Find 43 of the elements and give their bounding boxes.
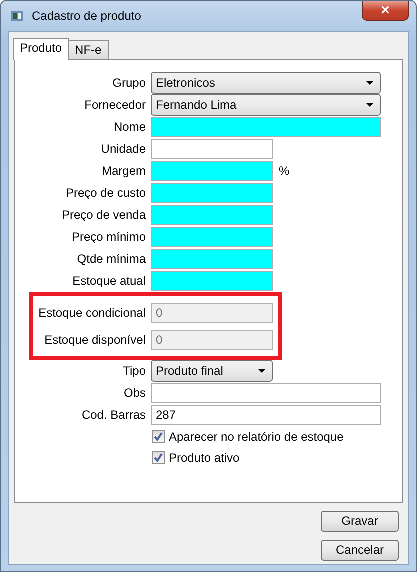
window-title: Cadastro de produto xyxy=(32,8,142,25)
field-label: Tipo xyxy=(122,363,146,380)
input-field[interactable] xyxy=(151,205,273,225)
input-field[interactable] xyxy=(151,271,273,291)
field-label: Cod. Barras xyxy=(80,407,146,424)
field-label: Preço de venda xyxy=(60,207,146,224)
app-icon xyxy=(11,11,23,21)
dropdown[interactable]: Produto final xyxy=(151,360,273,382)
input-field[interactable] xyxy=(151,183,273,203)
field-label: Nome xyxy=(112,119,146,136)
input-field[interactable] xyxy=(151,117,381,137)
field-label: Preço mínimo xyxy=(70,229,146,246)
field-label: Margem xyxy=(100,163,146,180)
input-field[interactable] xyxy=(151,227,273,247)
caret-icon xyxy=(366,103,374,107)
field-label: Estoque atual xyxy=(72,273,146,290)
checkbox-label: Produto ativo xyxy=(169,450,240,466)
tab[interactable]: Produto xyxy=(13,38,70,60)
field-label: Estoque condicional xyxy=(38,304,146,322)
input-field[interactable] xyxy=(151,249,273,269)
field-label: Preço de custo xyxy=(64,185,146,202)
close-button[interactable]: × xyxy=(362,1,409,21)
dropdown[interactable]: Fernando Lima xyxy=(151,94,381,116)
input-field[interactable]: 287 xyxy=(151,405,381,425)
field-label: Grupo xyxy=(112,75,146,92)
checkbox[interactable] xyxy=(152,430,165,443)
caret-icon xyxy=(258,369,266,373)
checkbox-label: Aparecer no relatório de estoque xyxy=(169,428,344,446)
unit-label: % xyxy=(279,163,290,180)
dialog-button[interactable]: Gravar xyxy=(321,511,399,532)
tab[interactable]: NF-e xyxy=(68,40,109,59)
dropdown[interactable]: Eletronicos xyxy=(151,72,381,94)
input-field[interactable] xyxy=(151,161,273,181)
input-field[interactable] xyxy=(151,139,273,159)
field-label: Unidade xyxy=(100,141,146,158)
field-label: Estoque disponível xyxy=(44,332,146,348)
field-label: Fornecedor xyxy=(84,97,146,114)
dialog-button[interactable]: Cancelar xyxy=(321,540,399,561)
field-label: Obs xyxy=(122,385,146,402)
checkbox[interactable] xyxy=(152,451,165,464)
field-label: Qtde mínima xyxy=(76,251,146,268)
input-field[interactable] xyxy=(151,383,381,403)
caret-icon xyxy=(366,81,374,85)
